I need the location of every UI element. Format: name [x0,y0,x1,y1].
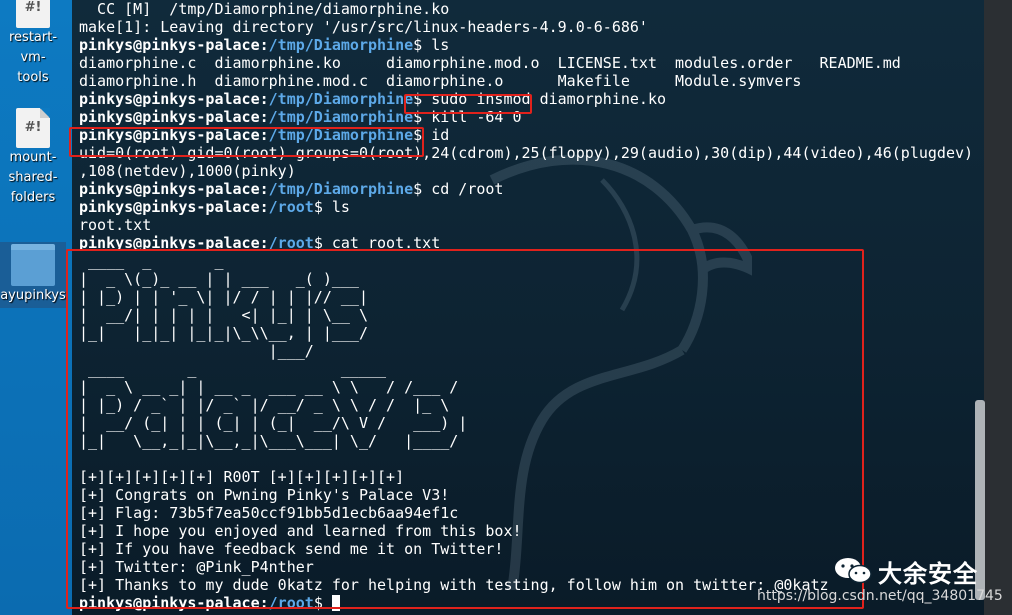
prompt-dollar: $ [413,36,432,54]
highlight-root-uid [69,127,424,157]
scrollbar-track[interactable] [984,0,1012,615]
prompt-separator: : [259,36,269,54]
highlight-root-flag [66,249,864,609]
desktop-icon-ayupinkys[interactable]: ayupinkys [0,242,66,308]
desktop-icon-mount-shared-folders[interactable]: #! mount- shared- folders [0,108,66,208]
desktop-icon-label: mount- shared- folders [8,150,58,205]
wechat-icon [835,558,872,584]
prompt-user-host: pinkys@pinkys-palace [79,90,260,108]
command-text: ls [331,198,350,216]
prompt-path: /tmp/Diamorphine [268,90,414,108]
prompt-separator: : [259,90,269,108]
prompt-path: /tmp/Diamorphine [268,36,414,54]
prompt-user-host: pinkys@pinkys-palace [79,198,260,216]
prompt-separator: : [259,108,269,126]
terminal-output-line: CC [M] /tmp/Diamorphine/diamorphine.ko [79,0,450,18]
script-file-icon: #! [16,0,50,28]
command-text: id [431,126,450,144]
highlight-kill-command [404,94,532,114]
prompt-user-host: pinkys@pinkys-palace [79,36,260,54]
terminal-output-line: ,108(netdev),1000(pinky) [79,162,296,180]
watermark-url: https://blog.csdn.net/qq_34801745 [757,588,1003,604]
desktop-icon-restart-vm-tools[interactable]: #! restart-vm- tools [0,0,66,88]
desktop-icon-label: ayupinkys [0,288,66,303]
prompt-dollar: $ [413,180,432,198]
folder-icon [11,244,55,286]
prompt-path: /root [268,198,314,216]
terminal-output-line: root.txt [79,216,152,234]
prompt-user-host: pinkys@pinkys-palace [79,108,260,126]
terminal-output-line: make[1]: Leaving directory '/usr/src/lin… [79,18,648,36]
terminal-command-line: pinkys@pinkys-palace:/root$ ls [79,198,973,216]
terminal-output-line: diamorphine.c diamorphine.ko diamorphine… [79,54,901,72]
terminal-command-line: pinkys@pinkys-palace:/tmp/Diamorphine$ c… [79,180,973,198]
terminal-command-line: pinkys@pinkys-palace:/tmp/Diamorphine$ l… [79,36,973,54]
desktop-icon-label: restart-vm- tools [8,30,58,85]
prompt-separator: : [259,180,269,198]
command-text: ls [431,36,450,54]
desktop: #! restart-vm- tools #! mount- shared- f… [0,0,72,615]
prompt-path: /tmp/Diamorphine [268,108,414,126]
prompt-separator: : [259,198,269,216]
command-text: cd /root [431,180,504,198]
prompt-path: /tmp/Diamorphine [268,180,414,198]
script-file-icon: #! [16,108,50,148]
watermark-brand: 大余安全 [878,560,978,588]
prompt-dollar: $ [313,198,332,216]
terminal-output-line: diamorphine.h diamorphine.mod.c diamorph… [79,72,802,90]
prompt-user-host: pinkys@pinkys-palace [79,180,260,198]
